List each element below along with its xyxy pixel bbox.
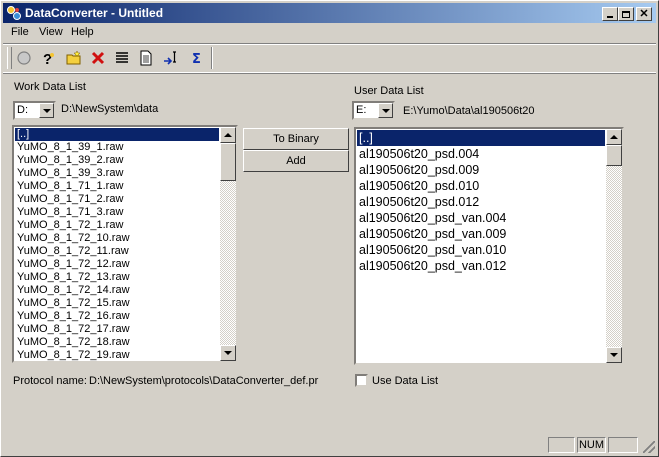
status-caps-panel bbox=[548, 437, 575, 453]
list-item[interactable]: al190506t20_psd_van.009 bbox=[357, 226, 605, 242]
list-item[interactable]: YuMO_8_1_71_1.raw bbox=[15, 180, 219, 193]
list-item[interactable]: YuMO_8_1_72_17.raw bbox=[15, 323, 219, 336]
status-main-panel bbox=[3, 437, 546, 453]
protocol-label: Protocol name: bbox=[13, 375, 87, 387]
toolbar: ? Σ bbox=[3, 43, 656, 73]
list-item[interactable]: YuMO_8_1_72_19.raw bbox=[15, 349, 219, 361]
list-item[interactable]: al190506t20_psd.004 bbox=[357, 146, 605, 162]
list-item[interactable]: al190506t20_psd.012 bbox=[357, 194, 605, 210]
list-item[interactable]: al190506t20_psd.010 bbox=[357, 178, 605, 194]
delete-x-icon bbox=[91, 51, 105, 65]
use-data-list-label[interactable]: Use Data List bbox=[372, 375, 438, 387]
status-num-panel: NUM bbox=[577, 437, 606, 453]
scroll-down-button[interactable] bbox=[220, 345, 236, 361]
convert-button[interactable] bbox=[159, 48, 181, 68]
list-item[interactable]: al190506t20_psd_van.012 bbox=[357, 258, 605, 274]
close-button[interactable]: ✕ bbox=[636, 7, 652, 21]
minimize-icon bbox=[607, 16, 613, 18]
menu-view[interactable]: View bbox=[39, 26, 63, 38]
list-item[interactable]: [..] bbox=[15, 128, 219, 141]
list-item[interactable]: [..] bbox=[357, 130, 605, 146]
user-data-list[interactable]: [..] al190506t20_psd.004 al190506t20_psd.0… bbox=[354, 127, 624, 365]
user-path: E:\Yumo\Data\al190506t20 bbox=[403, 105, 535, 117]
work-data-list[interactable]: [..] YuMO_8_1_39_1.raw YuMO_8_1_39_2.raw Yu… bbox=[12, 125, 238, 363]
delete-button[interactable] bbox=[87, 48, 109, 68]
work-data-list-label: Work Data List bbox=[14, 81, 86, 93]
svg-text:Σ: Σ bbox=[192, 52, 201, 66]
document-icon bbox=[140, 50, 152, 66]
list-item[interactable]: YuMO_8_1_72_15.raw bbox=[15, 297, 219, 310]
list-item[interactable]: YuMO_8_1_72_16.raw bbox=[15, 310, 219, 323]
maximize-button[interactable] bbox=[618, 7, 634, 21]
title-bar[interactable]: DataConverter - Untitled ✕ bbox=[3, 3, 656, 23]
list-item[interactable]: al190506t20_psd.009 bbox=[357, 162, 605, 178]
work-items: [..] YuMO_8_1_39_1.raw YuMO_8_1_39_2.raw Yu… bbox=[15, 128, 219, 361]
new-folder-button[interactable] bbox=[63, 48, 85, 68]
scroll-thumb[interactable] bbox=[220, 143, 236, 181]
svg-text:?: ? bbox=[43, 51, 52, 66]
close-icon: ✕ bbox=[639, 8, 649, 20]
protocol-value: D:\NewSystem\protocols\DataConverter_def… bbox=[89, 375, 319, 387]
list-item[interactable]: YuMO_8_1_39_2.raw bbox=[15, 154, 219, 167]
help-button[interactable]: ? bbox=[37, 48, 59, 68]
to-binary-button[interactable]: To Binary bbox=[243, 128, 349, 150]
list-item[interactable]: al190506t20_psd_van.010 bbox=[357, 242, 605, 258]
list-item[interactable]: YuMO_8_1_72_13.raw bbox=[15, 271, 219, 284]
list-icon bbox=[116, 52, 128, 63]
add-button[interactable]: Add bbox=[243, 150, 349, 172]
work-drive-value: D: bbox=[17, 104, 28, 116]
help-question-icon: ? bbox=[43, 51, 54, 66]
use-data-list-checkbox[interactable] bbox=[355, 374, 368, 387]
list-item[interactable]: YuMO_8_1_39_1.raw bbox=[15, 141, 219, 154]
status-bar: NUM bbox=[3, 435, 656, 454]
maximize-icon bbox=[622, 10, 630, 18]
list-item[interactable]: YuMO_8_1_72_12.raw bbox=[15, 258, 219, 271]
user-drive-combo[interactable]: E: bbox=[352, 101, 395, 120]
user-list-scrollbar[interactable] bbox=[606, 129, 622, 363]
sigma-icon: Σ bbox=[192, 52, 201, 66]
list-item[interactable]: YuMO_8_1_72_1.raw bbox=[15, 219, 219, 232]
user-data-list-label: User Data List bbox=[354, 85, 424, 97]
list-item[interactable]: YuMO_8_1_72_10.raw bbox=[15, 232, 219, 245]
work-list-scrollbar[interactable] bbox=[220, 127, 236, 361]
minimize-button[interactable] bbox=[602, 7, 618, 21]
toolbar-grip[interactable] bbox=[7, 47, 12, 69]
menu-file[interactable]: File bbox=[11, 26, 29, 38]
work-path: D:\NewSystem\data bbox=[61, 103, 159, 115]
app-window: DataConverter - Untitled ✕ File View Hel… bbox=[0, 0, 659, 457]
list-item[interactable]: YuMO_8_1_71_3.raw bbox=[15, 206, 219, 219]
list-item[interactable]: YuMO_8_1_39_3.raw bbox=[15, 167, 219, 180]
menu-bar: File View Help bbox=[3, 24, 656, 42]
stop-button[interactable] bbox=[13, 48, 35, 68]
new-folder-icon bbox=[66, 50, 81, 65]
window-title: DataConverter - Untitled bbox=[25, 6, 164, 20]
stop-circle-icon bbox=[17, 51, 31, 65]
list-item[interactable]: YuMO_8_1_72_18.raw bbox=[15, 336, 219, 349]
scroll-down-button[interactable] bbox=[606, 347, 622, 363]
chevron-down-icon[interactable] bbox=[378, 103, 393, 118]
sum-button[interactable]: Σ bbox=[186, 48, 208, 68]
user-drive-value: E: bbox=[356, 104, 367, 116]
work-drive-combo[interactable]: D: bbox=[13, 101, 56, 120]
document-button[interactable] bbox=[135, 48, 157, 68]
scroll-up-button[interactable] bbox=[606, 129, 622, 145]
arrow-cursor-icon bbox=[164, 51, 176, 65]
menu-help[interactable]: Help bbox=[71, 26, 94, 38]
user-items: [..] al190506t20_psd.004 al190506t20_psd.0… bbox=[357, 130, 605, 274]
list-item[interactable]: YuMO_8_1_71_2.raw bbox=[15, 193, 219, 206]
chevron-down-icon[interactable] bbox=[39, 103, 54, 118]
app-icon bbox=[7, 6, 21, 20]
toolbar-separator bbox=[211, 47, 213, 69]
status-scroll-panel bbox=[608, 437, 638, 453]
scroll-thumb[interactable] bbox=[606, 145, 622, 166]
list-view-button[interactable] bbox=[111, 48, 133, 68]
scroll-up-button[interactable] bbox=[220, 127, 236, 143]
list-item[interactable]: YuMO_8_1_72_14.raw bbox=[15, 284, 219, 297]
resize-grip-icon[interactable] bbox=[643, 441, 655, 453]
list-item[interactable]: al190506t20_psd_van.004 bbox=[357, 210, 605, 226]
list-item[interactable]: YuMO_8_1_72_11.raw bbox=[15, 245, 219, 258]
